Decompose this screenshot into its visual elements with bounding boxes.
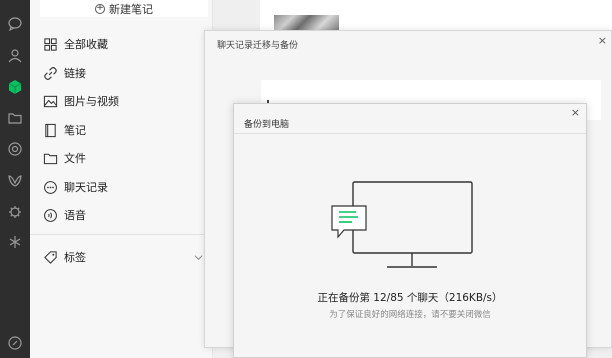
close-icon[interactable]: × [598,35,607,46]
network-hint-text: 为了保证良好的网络连接，请不要关闭微信 [329,310,491,320]
backup-progress-text: 正在备份第 12/85 个聊天（216KB/s） [317,292,503,304]
chat-bubble-icon [42,179,58,195]
sidebar-item-label: 文件 [64,152,86,165]
sidebar-item-tags[interactable]: 标签 [30,244,213,270]
close-icon[interactable]: × [571,107,580,118]
sidebar-item-label: 语音 [64,209,86,222]
dialog-divider [234,133,586,134]
sidebar-item-label: 笔记 [64,124,86,137]
folder-icon [42,150,58,166]
settings-icon[interactable] [3,331,27,355]
sidebar-item-files[interactable]: 文件 [30,145,213,171]
sidebar-item-images-videos[interactable]: 图片与视频 [30,88,213,114]
moments-icon[interactable] [3,137,27,161]
contacts-icon[interactable] [3,44,27,68]
favorites-sidebar: + 新建笔记 全部收藏 链接 图片与视频 笔记 文件 聊天记录 语音 标签 [30,0,213,358]
chat-icon[interactable] [3,12,27,36]
sidebar-item-chat-history[interactable]: 聊天记录 [30,174,213,200]
sidebar-item-label: 标签 [64,251,86,264]
search-icon[interactable] [3,200,27,224]
favorites-icon[interactable] [3,75,27,99]
sidebar-item-label: 全部收藏 [64,38,108,51]
sidebar-item-label: 链接 [64,67,86,80]
sidebar-divider [30,234,213,235]
sidebar-item-notes[interactable]: 笔记 [30,117,213,143]
sidebar-item-all-favorites[interactable]: 全部收藏 [30,31,213,57]
sidebar-item-links[interactable]: 链接 [30,60,213,86]
new-note-label: 新建笔记 [109,2,153,16]
computer-backup-illustration [331,181,473,268]
new-note-button[interactable]: + 新建笔记 [40,0,208,17]
backup-to-pc-dialog: 备份到电脑 × 正在备份第 12/85 个聊天（216KB/s） 为了保证良好的… [233,103,587,358]
note-icon [42,122,58,138]
voice-icon [42,207,58,223]
link-icon [42,65,58,81]
chevron-down-icon[interactable] [194,253,203,262]
miniprogram-icon[interactable] [3,230,27,254]
sidebar-item-label: 聊天记录 [64,181,108,194]
dialog-title: 聊天记录迁移与备份 [217,41,299,51]
sidebar-item-voice[interactable]: 语音 [30,202,213,228]
plus-icon: + [95,3,105,14]
tag-icon [42,249,58,265]
image-icon [42,93,58,109]
folder-icon[interactable] [3,106,27,130]
grid-icon [42,36,58,52]
sidebar-item-label: 图片与视频 [64,95,119,108]
dialog-title: 备份到电脑 [244,120,290,130]
icon-rail [0,0,30,358]
channels-icon[interactable] [3,169,27,193]
